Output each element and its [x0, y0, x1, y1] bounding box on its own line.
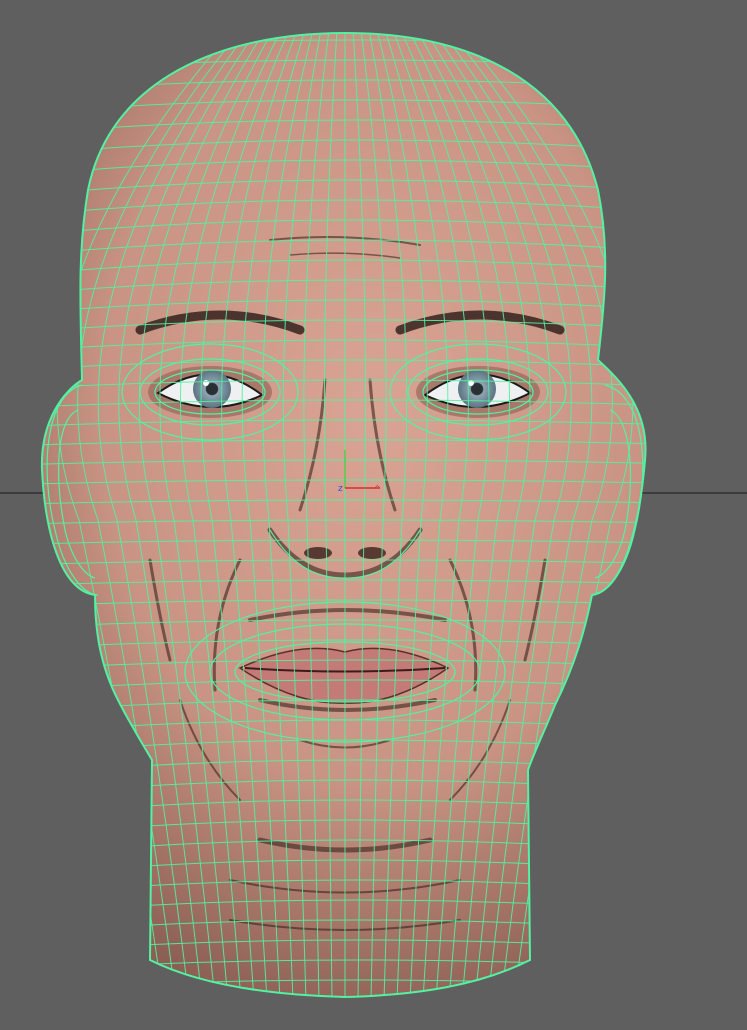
z-axis-label: z [338, 484, 343, 494]
3d-viewport[interactable]: z ^ [0, 0, 747, 1030]
x-axis-mark: ^ [374, 484, 381, 493]
viewport-canvas[interactable]: z ^ [0, 0, 747, 1030]
